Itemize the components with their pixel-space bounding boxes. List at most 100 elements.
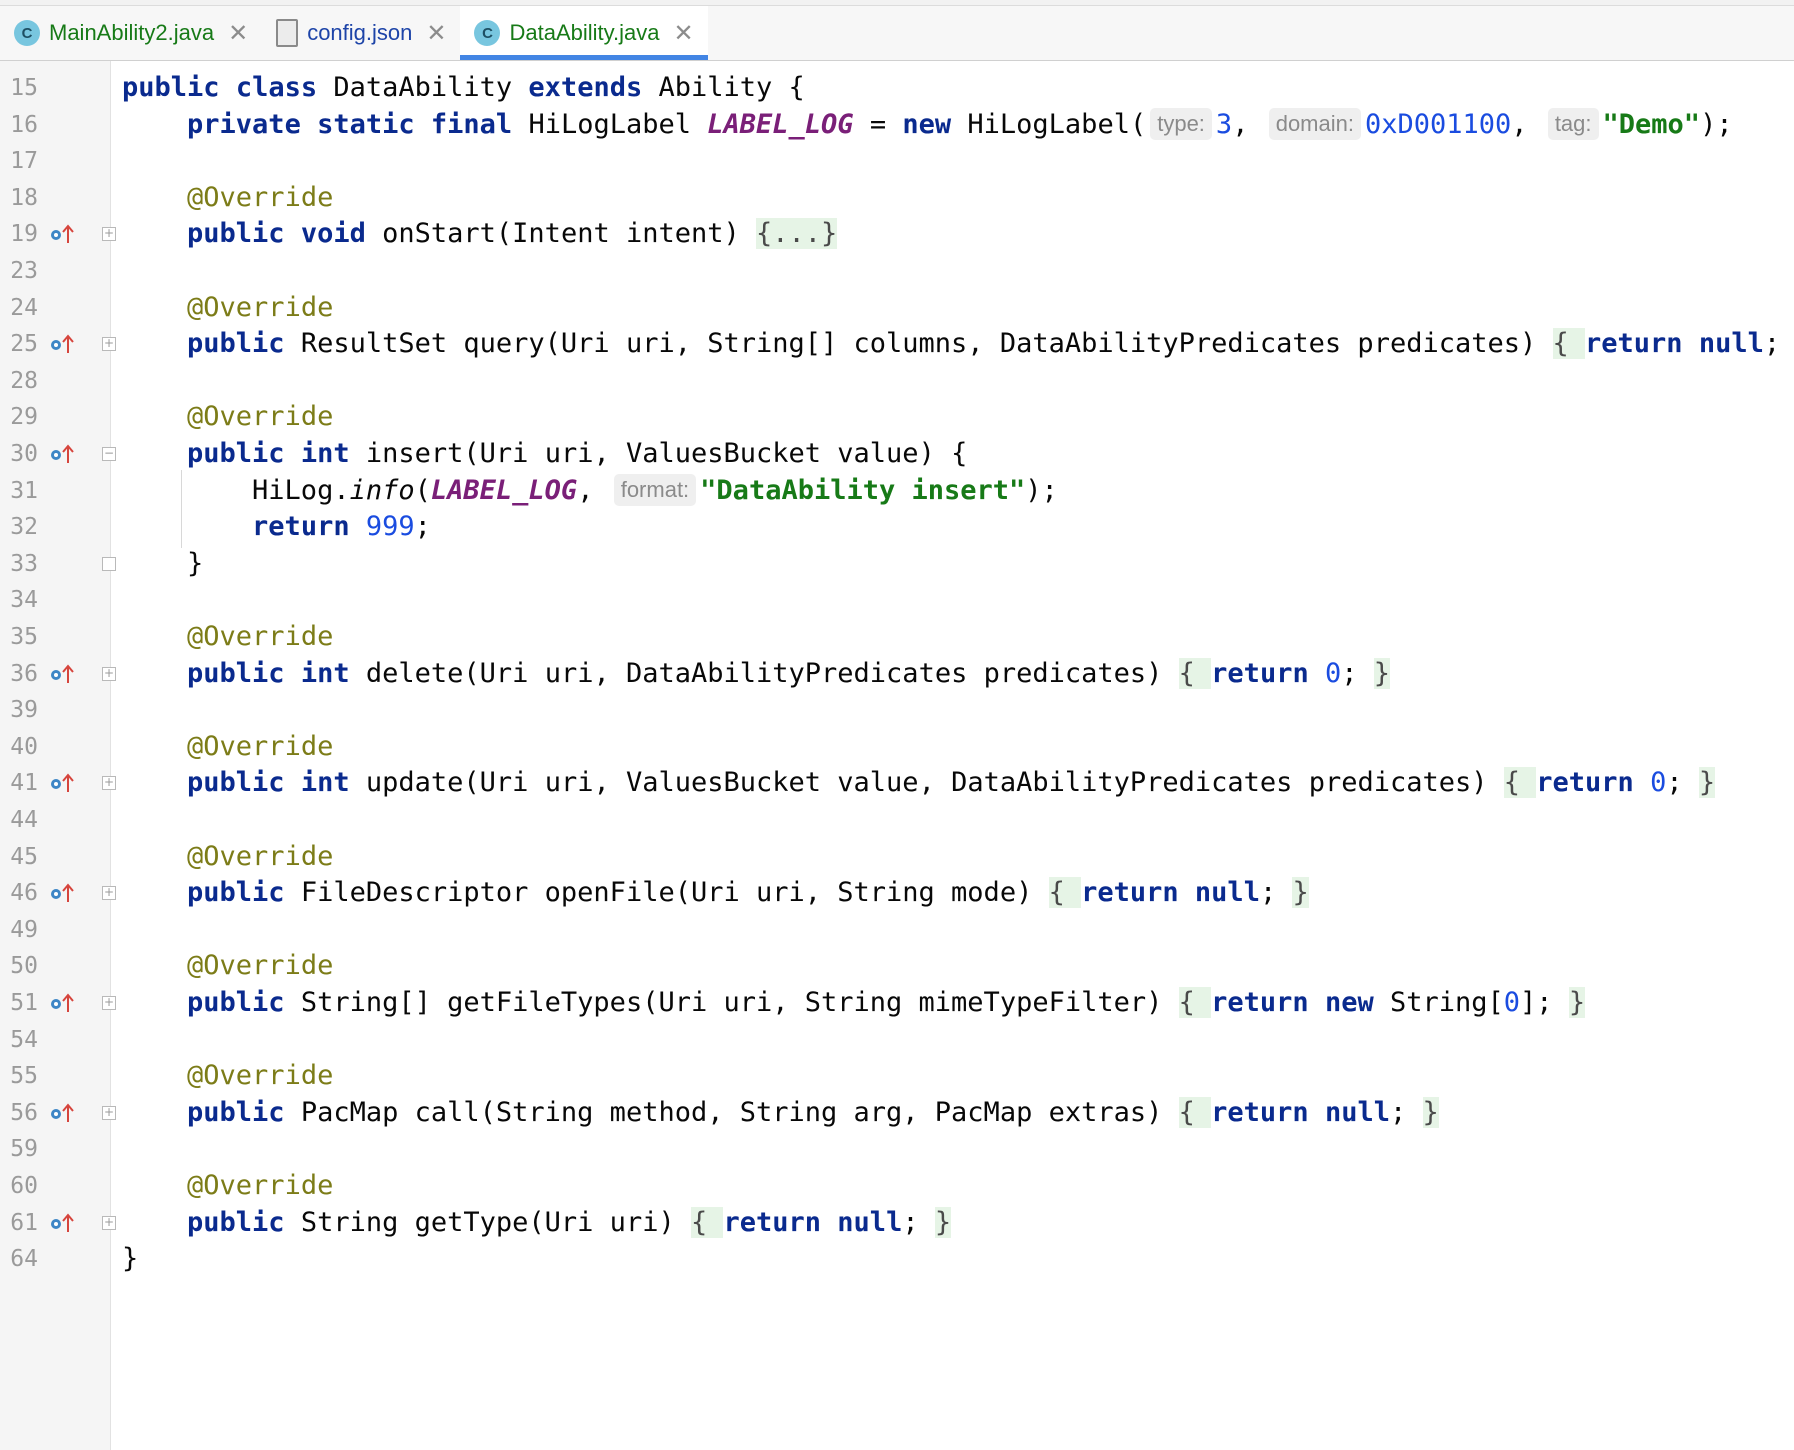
keyword: return (1211, 1096, 1309, 1128)
folded-block: { (690, 1206, 724, 1238)
keyword: int (300, 657, 350, 689)
close-tab-icon[interactable]: ✕ (228, 21, 248, 45)
folded-block: } (934, 1206, 952, 1238)
folded-block: } (1568, 987, 1586, 1018)
override-method-icon[interactable] (50, 992, 76, 1014)
editor-tab-bar: C MainAbility2.java ✕ config.json ✕ C DataAbil… (0, 6, 1794, 61)
code-text: ; (1259, 877, 1293, 909)
code-text: insert(Uri uri, ValuesBucket value) { (349, 438, 968, 469)
code-line[interactable]: 64} (0, 1238, 1794, 1280)
code-text: ); (1025, 474, 1058, 506)
keyword: null (1698, 328, 1764, 360)
expand-fold-icon[interactable]: + (102, 1105, 116, 1120)
close-tab-icon[interactable]: ✕ (426, 21, 446, 45)
keyword: class (235, 72, 318, 103)
fold-end-icon[interactable] (102, 556, 116, 571)
keyword: public (187, 987, 285, 1018)
code-text: } (122, 547, 204, 579)
override-method-icon[interactable] (50, 333, 76, 355)
code-text: ( (414, 474, 431, 506)
keyword: int (300, 767, 350, 799)
override-method-icon[interactable] (50, 772, 76, 794)
number-literal: 3 (1215, 108, 1233, 140)
annotation: @Override (187, 181, 334, 213)
number-literal: 0 (1324, 657, 1342, 689)
code-text: ; (1666, 767, 1699, 799)
java-class-icon: C (14, 20, 40, 46)
parameter-hint: format: (613, 473, 697, 506)
annotation: @Override (187, 840, 334, 872)
code-text: , (1511, 108, 1544, 140)
keyword: final (430, 108, 513, 140)
tab-config-json[interactable]: config.json ✕ (262, 6, 460, 60)
override-method-icon[interactable] (50, 1212, 76, 1234)
annotation: @Override (187, 1170, 334, 1201)
expand-fold-icon[interactable]: + (102, 337, 116, 352)
expand-fold-icon[interactable]: + (102, 886, 116, 901)
folded-block: { (1178, 657, 1212, 689)
override-method-icon[interactable] (50, 663, 76, 685)
code-text: , (577, 474, 610, 506)
keyword: public (187, 438, 285, 469)
expand-fold-icon[interactable]: + (102, 666, 116, 681)
line-number[interactable]: 64 (0, 1238, 38, 1280)
override-method-icon[interactable] (50, 1102, 76, 1124)
keyword: public (122, 72, 220, 103)
number-literal: 0xD001100 (1364, 108, 1512, 140)
override-method-icon[interactable] (50, 223, 76, 245)
constant: LABEL_LOG (430, 474, 578, 506)
code-text: ; (414, 511, 431, 543)
folded-block: {...} (756, 218, 838, 250)
expand-fold-icon[interactable]: + (102, 776, 116, 791)
keyword: null (1324, 1096, 1390, 1128)
parameter-hint: domain: (1268, 107, 1361, 140)
folded-block: } (1698, 767, 1716, 799)
folded-block: } (1373, 657, 1391, 689)
expand-fold-icon[interactable]: + (102, 1215, 116, 1230)
tab-dataability-java[interactable]: C DataAbility.java ✕ (460, 6, 708, 60)
expand-fold-icon[interactable]: + (102, 227, 116, 242)
close-tab-icon[interactable]: ✕ (673, 21, 693, 45)
keyword: return (1211, 657, 1309, 689)
parameter-hint: tag: (1547, 107, 1599, 140)
override-method-icon[interactable] (50, 443, 76, 465)
folded-block: { (1503, 767, 1537, 799)
collapse-fold-icon[interactable]: − (102, 447, 116, 461)
code-text: String[] getFileTypes(Uri uri, String mi… (284, 987, 1179, 1018)
expand-fold-icon[interactable]: + (102, 996, 116, 1010)
keyword: static (317, 108, 415, 140)
folded-block: { (1178, 987, 1212, 1018)
number-literal: 0 (1650, 767, 1667, 799)
code-text: ; (1763, 328, 1794, 360)
code-text: ResultSet query(Uri uri, String[] column… (284, 328, 1553, 360)
tab-mainability2-java[interactable]: C MainAbility2.java ✕ (0, 6, 262, 60)
code-text: onStart(Intent intent) (365, 218, 757, 250)
folded-block: { (1552, 328, 1586, 360)
code-text: update(Uri uri, ValuesBucket value, Data… (349, 767, 1504, 799)
keyword: return (252, 511, 350, 543)
keyword: extends (528, 72, 643, 103)
keyword: null (1194, 877, 1260, 909)
override-method-icon[interactable] (50, 882, 76, 904)
code-editor[interactable]: 15 public class DataAbility extends Abili… (0, 61, 1794, 1450)
keyword: public (187, 218, 285, 250)
code-text: DataAbility (317, 72, 529, 103)
annotation: @Override (187, 1060, 334, 1092)
annotation: @Override (187, 401, 334, 433)
keyword: void (300, 218, 366, 250)
